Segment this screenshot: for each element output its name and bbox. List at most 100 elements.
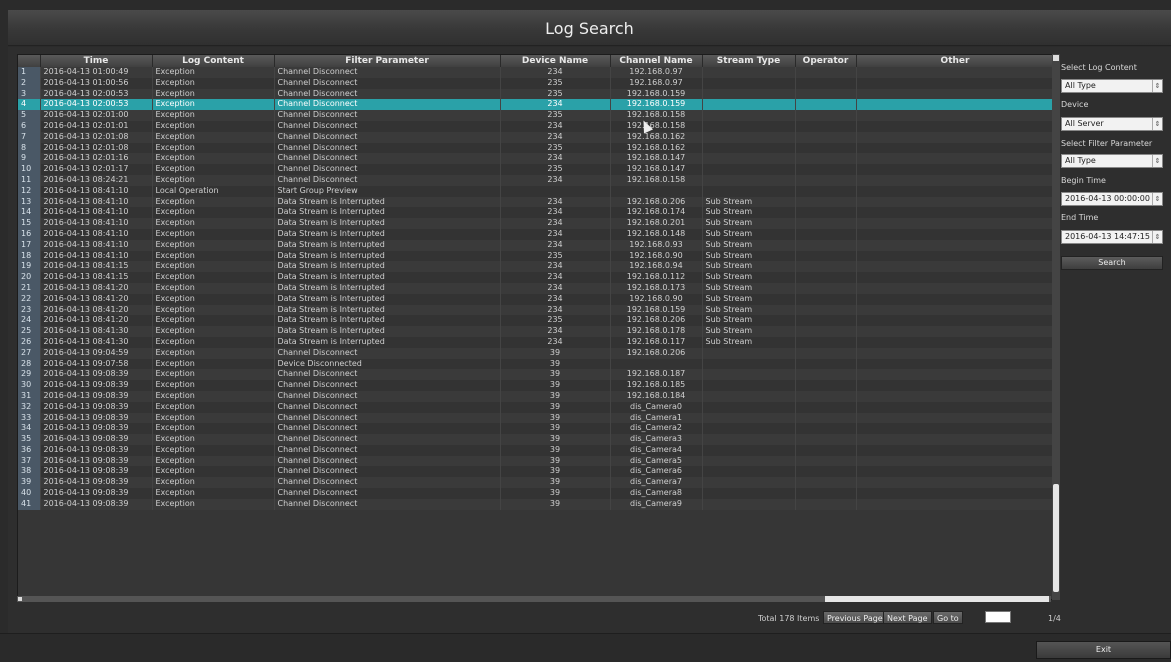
table-row[interactable]: 17 2016-04-13 08:41:10 Exception Data Strea… (18, 239, 1055, 251)
table-row[interactable]: 39 2016-04-13 09:08:39 Exception Channel Di… (18, 477, 1055, 489)
column-header[interactable]: Filter Parameter (274, 55, 501, 67)
table-row[interactable]: 7 2016-04-13 02:01:08 Exception Channel Dis… (18, 131, 1055, 143)
column-header[interactable]: Channel Name (610, 55, 703, 67)
column-header[interactable]: Operator (795, 55, 857, 67)
column-header[interactable] (18, 55, 41, 67)
table-cell (795, 358, 857, 370)
table-cell: Channel Disconnect (274, 88, 501, 100)
table-cell: 39 (500, 369, 611, 381)
table-cell: Data Stream is Interrupted (274, 315, 501, 327)
table-cell (795, 434, 857, 445)
table-row[interactable]: 33 2016-04-13 09:08:39 Exception Channel Di… (18, 412, 1055, 424)
table-row[interactable]: 41 2016-04-13 09:08:39 Exception Channel Di… (18, 498, 1055, 510)
table-cell: 192.168.0.187 (610, 369, 703, 381)
table-row[interactable]: 8 2016-04-13 02:01:08 Exception Channel Dis… (18, 142, 1055, 154)
table-row[interactable]: 37 2016-04-13 09:08:39 Exception Channel Di… (18, 455, 1055, 467)
column-header[interactable]: Other (856, 55, 1055, 67)
vertical-scroll-thumb[interactable] (1053, 484, 1059, 592)
end-time-input[interactable]: 2016-04-13 14:47:15 ⇕ (1061, 230, 1163, 244)
table-row[interactable]: 26 2016-04-13 08:41:30 Exception Data Strea… (18, 336, 1055, 348)
table-row[interactable]: 25 2016-04-13 08:41:30 Exception Data Strea… (18, 326, 1055, 337)
previous-page-button[interactable]: Previous Page (823, 611, 887, 624)
table-cell (795, 293, 857, 305)
table-row[interactable]: 18 2016-04-13 08:41:10 Exception Data Strea… (18, 250, 1055, 262)
search-button[interactable]: Search (1061, 256, 1163, 270)
page-number-input[interactable] (985, 611, 1011, 623)
spinner-icon[interactable]: ⇕ (1152, 193, 1162, 205)
table-cell (702, 77, 796, 89)
table-cell: 39 (500, 412, 611, 424)
table-row[interactable]: 38 2016-04-13 09:08:39 Exception Channel Di… (18, 466, 1055, 478)
table-cell: 192.168.0.147 (610, 164, 703, 175)
table-cell: 2016-04-13 09:08:39 (40, 434, 153, 445)
table-row[interactable]: 16 2016-04-13 08:41:10 Exception Data Strea… (18, 228, 1055, 240)
device-select[interactable]: All Server ⇕ (1061, 117, 1163, 131)
table-row[interactable]: 2 2016-04-13 01:00:56 Exception Channel Dis… (18, 77, 1055, 89)
table-cell: 2016-04-13 08:41:10 (40, 239, 153, 251)
column-header[interactable]: Log Content (152, 55, 275, 67)
table-row[interactable]: 6 2016-04-13 02:01:01 Exception Channel Dis… (18, 120, 1055, 132)
table-row[interactable]: 19 2016-04-13 08:41:15 Exception Data Strea… (18, 261, 1055, 273)
column-header[interactable]: Stream Type (702, 55, 796, 67)
table-row[interactable]: 27 2016-04-13 09:04:59 Exception Channel Di… (18, 347, 1055, 359)
table-cell (610, 185, 703, 197)
table-cell (702, 99, 796, 111)
log-content-select[interactable]: All Type ⇕ (1061, 79, 1163, 93)
horizontal-scroll-thumb[interactable] (825, 596, 1049, 602)
table-row[interactable]: 30 2016-04-13 09:08:39 Exception Channel Di… (18, 380, 1055, 391)
goto-button[interactable]: Go to (933, 611, 963, 624)
table-row[interactable]: 9 2016-04-13 02:01:16 Exception Channel Dis… (18, 153, 1055, 165)
table-row[interactable]: 10 2016-04-13 02:01:17 Exception Channel Di… (18, 164, 1055, 175)
table-row[interactable]: 34 2016-04-13 09:08:39 Exception Channel Di… (18, 423, 1055, 435)
filter-parameter-select[interactable]: All Type ⇕ (1061, 154, 1163, 168)
table-cell (795, 196, 857, 208)
scroll-left-arrow[interactable] (18, 597, 22, 601)
table-cell: Exception (152, 131, 275, 143)
table-row[interactable]: 22 2016-04-13 08:41:20 Exception Data Strea… (18, 293, 1055, 305)
table-cell: Sub Stream (702, 326, 796, 337)
table-cell: Channel Disconnect (274, 423, 501, 435)
table-row[interactable]: 28 2016-04-13 09:07:58 Exception Device Dis… (18, 358, 1055, 370)
table-row[interactable]: 40 2016-04-13 09:08:39 Exception Channel Di… (18, 488, 1055, 499)
table-row[interactable]: 32 2016-04-13 09:08:39 Exception Channel Di… (18, 401, 1055, 413)
table-row[interactable]: 21 2016-04-13 08:41:20 Exception Data Strea… (18, 282, 1055, 294)
device-value: All Server (1065, 119, 1104, 128)
table-row[interactable]: 36 2016-04-13 09:08:39 Exception Channel Di… (18, 444, 1055, 456)
horizontal-scrollbar[interactable] (17, 596, 1051, 602)
table-row[interactable]: 24 2016-04-13 08:41:20 Exception Data Strea… (18, 315, 1055, 327)
table-cell: Exception (152, 498, 275, 510)
table-row[interactable]: 29 2016-04-13 09:08:39 Exception Channel Di… (18, 369, 1055, 381)
scroll-up-arrow[interactable] (1053, 55, 1059, 61)
column-header[interactable]: Time (40, 55, 153, 67)
table-row[interactable]: 12 2016-04-13 08:41:10 Local Operation Star… (18, 185, 1055, 197)
table-cell: Sub Stream (702, 250, 796, 262)
table-row[interactable]: 11 2016-04-13 08:24:21 Exception Channel Di… (18, 174, 1055, 186)
table-row[interactable]: 13 2016-04-13 08:41:10 Exception Data Strea… (18, 196, 1055, 208)
table-row[interactable]: 35 2016-04-13 09:08:39 Exception Channel Di… (18, 434, 1055, 445)
table-row[interactable]: 31 2016-04-13 09:08:39 Exception Channel Di… (18, 390, 1055, 402)
vertical-scrollbar[interactable] (1052, 54, 1060, 600)
table-cell: 235 (500, 315, 611, 327)
column-header[interactable]: Device Name (500, 55, 611, 67)
table-cell: Exception (152, 164, 275, 175)
table-cell: 39 (500, 455, 611, 467)
exit-button[interactable]: Exit (1036, 641, 1171, 659)
table-cell (856, 380, 1055, 391)
table-row[interactable]: 15 2016-04-13 08:41:10 Exception Data Strea… (18, 218, 1055, 229)
table-row[interactable]: 23 2016-04-13 08:41:20 Exception Data Strea… (18, 304, 1055, 316)
table-cell (856, 347, 1055, 359)
begin-time-input[interactable]: 2016-04-13 00:00:00 ⇕ (1061, 192, 1163, 206)
next-page-button[interactable]: Next Page (883, 611, 932, 624)
table-row[interactable]: 4 2016-04-13 02:00:53 Exception Channel Dis… (18, 99, 1055, 111)
spinner-icon[interactable]: ⇕ (1152, 231, 1162, 243)
table-cell (856, 142, 1055, 154)
row-number: 26 (18, 336, 41, 348)
table-cell (702, 412, 796, 424)
row-number: 22 (18, 293, 41, 305)
table-row[interactable]: 5 2016-04-13 02:01:00 Exception Channel Dis… (18, 110, 1055, 121)
table-cell: Exception (152, 380, 275, 391)
table-row[interactable]: 14 2016-04-13 08:41:10 Exception Data Strea… (18, 207, 1055, 219)
table-row[interactable]: 1 2016-04-13 01:00:49 Exception Channel Dis… (18, 67, 1055, 78)
table-row[interactable]: 3 2016-04-13 02:00:53 Exception Channel Dis… (18, 88, 1055, 100)
table-row[interactable]: 20 2016-04-13 08:41:15 Exception Data Strea… (18, 272, 1055, 283)
